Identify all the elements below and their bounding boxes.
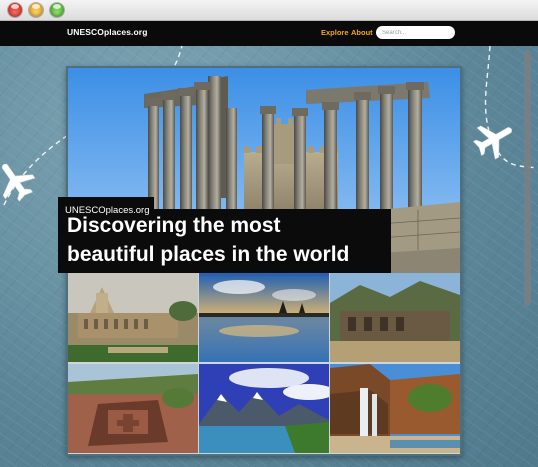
photo-tile-temple-complex[interactable]: [68, 273, 198, 362]
site-label-box: UNESCOplaces.org: [58, 197, 155, 216]
photo-tile-glacier-lake[interactable]: [199, 364, 329, 453]
hero-title-block: Discovering the most beautiful places in…: [58, 197, 391, 273]
photo-tile-lake-sunset[interactable]: [199, 273, 329, 362]
airplane-icon: [473, 125, 512, 160]
photo-tile-waterfall[interactable]: [330, 364, 460, 453]
hero-site-label: UNESCOplaces.org: [65, 205, 150, 216]
photo-grid: [68, 273, 460, 454]
hero-headline-line2: beautiful places in the world: [67, 243, 350, 266]
photo-tile-mountain-ruins[interactable]: [330, 273, 460, 362]
airplane-icon: [1, 163, 36, 202]
scrollbar-thumb[interactable]: [524, 50, 531, 306]
browser-window: UNESCOplaces.org Explore About Search...…: [0, 0, 538, 467]
headline-box: Discovering the most beautiful places in…: [58, 209, 391, 273]
photo-tile-rock-church[interactable]: [68, 364, 198, 453]
